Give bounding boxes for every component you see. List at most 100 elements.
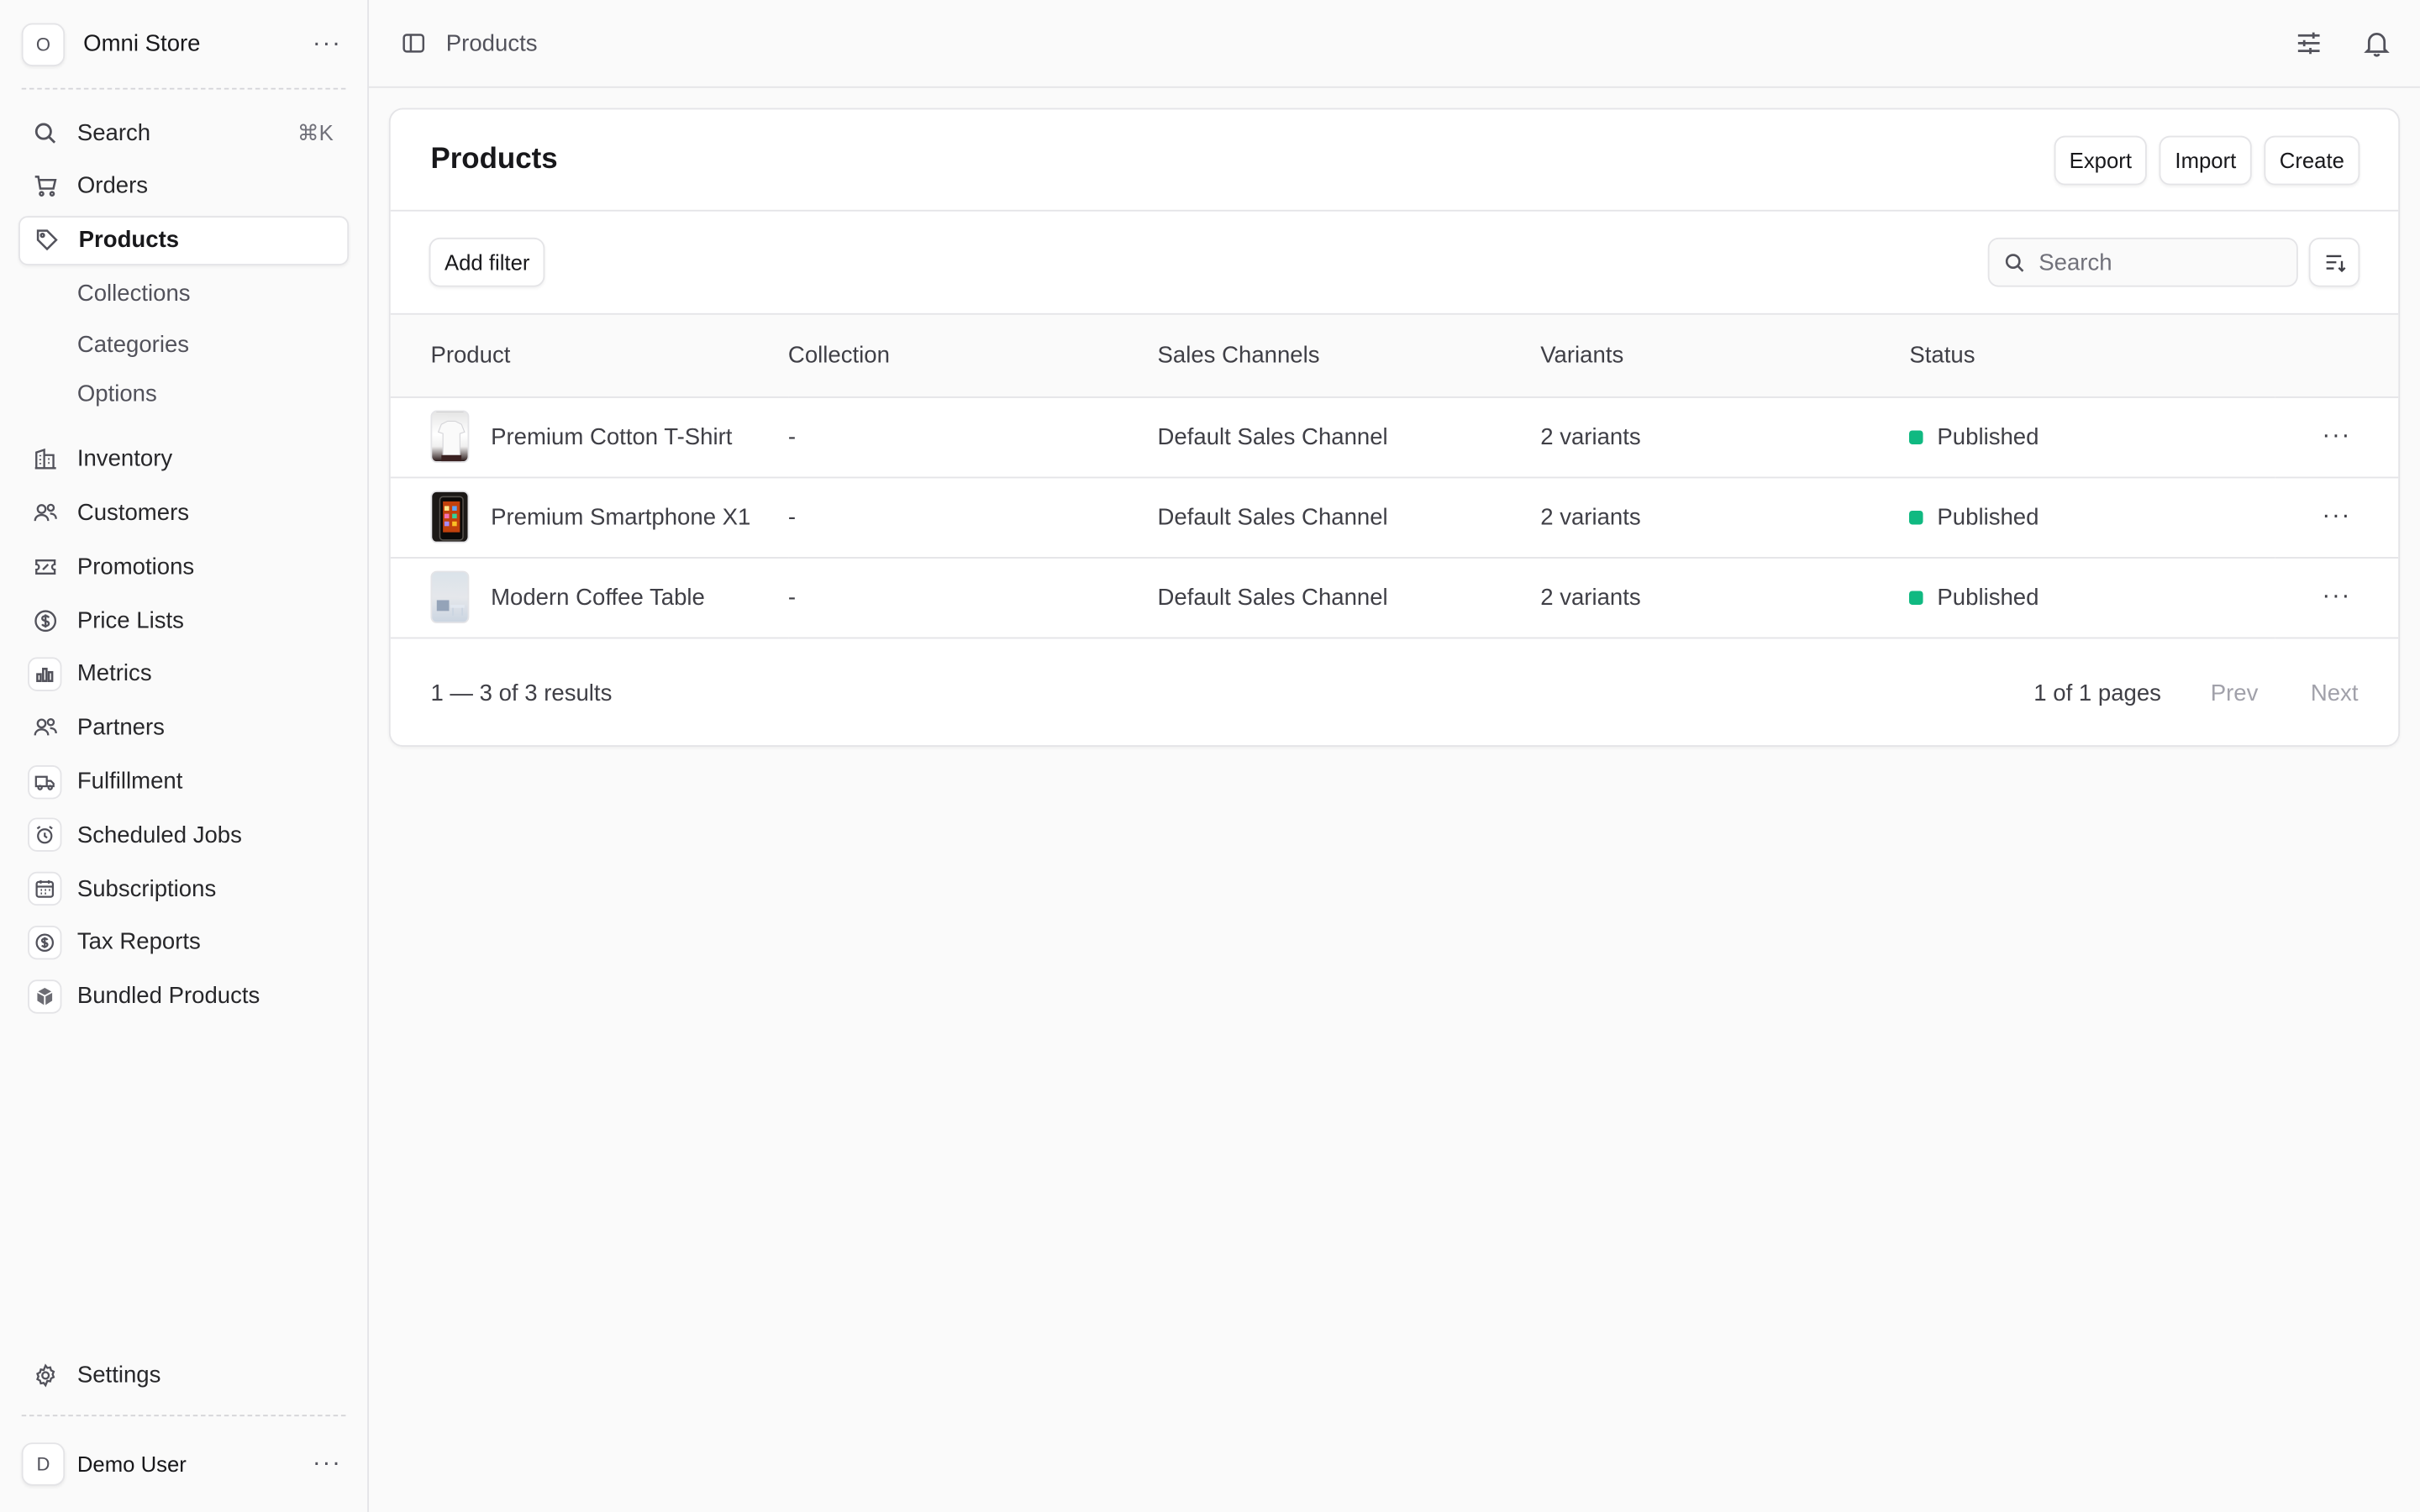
row-actions-button[interactable]: ··· <box>2275 583 2398 611</box>
sidebar-item-label: Tax Reports <box>76 929 201 956</box>
sidebar-item-label: Bundled Products <box>76 983 260 1010</box>
variants-cell: 2 variants <box>1540 423 1641 450</box>
store-menu-button[interactable]: ··· <box>308 29 345 60</box>
collection-cell: - <box>787 423 797 450</box>
next-page-button[interactable]: Next <box>2311 680 2359 706</box>
column-header-sales-channels[interactable]: Sales Channels <box>1158 315 1541 396</box>
sidebar-subitem-categories[interactable]: Categories <box>18 320 349 370</box>
sidebar-item-label: Metrics <box>76 660 152 688</box>
sidebar-item-label: Search <box>76 119 151 146</box>
table-row[interactable]: Premium Cotton T-Shirt - Default Sales C… <box>390 396 2399 477</box>
product-name: Premium Smartphone X1 <box>491 503 751 530</box>
search-icon <box>31 118 59 146</box>
import-button[interactable]: Import <box>2160 135 2252 186</box>
sidebar-item-label: Orders <box>76 173 149 200</box>
status-badge: Published <box>1937 584 2039 611</box>
card-header: Products Export Import Create <box>390 109 2399 212</box>
product-thumbnail <box>430 491 470 543</box>
bell-icon[interactable] <box>2361 28 2392 59</box>
export-button[interactable]: Export <box>2054 135 2148 186</box>
sidebar-item-label: Subscriptions <box>76 875 217 902</box>
sidebar-item-label: Scheduled Jobs <box>76 822 242 848</box>
cube-icon <box>28 979 62 1014</box>
store-header[interactable]: O Omni Store ··· <box>0 0 367 88</box>
sidebar-item-products[interactable]: Products <box>18 215 350 265</box>
column-header-product[interactable]: Product <box>391 315 788 396</box>
page-count: 1 of 1 pages <box>2033 680 2161 706</box>
sidebar-item-label: Fulfillment <box>76 768 183 795</box>
user-name: Demo User <box>76 1452 187 1477</box>
sidebar-item-metrics[interactable]: Metrics <box>18 649 349 699</box>
sidebar-footer: Settings D Demo User ··· <box>0 1350 367 1512</box>
search-input[interactable] <box>2039 249 2286 276</box>
sidebar-item-scheduled-jobs[interactable]: Scheduled Jobs <box>18 811 349 860</box>
page-title: Products <box>430 142 558 176</box>
status-badge: Published <box>1937 423 2039 450</box>
sidebar-item-bundled-products[interactable]: Bundled Products <box>18 972 349 1021</box>
building-icon <box>31 445 59 473</box>
product-name: Premium Cotton T-Shirt <box>491 423 733 450</box>
sort-icon <box>2322 250 2346 275</box>
row-actions-button[interactable]: ··· <box>2275 503 2398 531</box>
pagination-bar: 1 — 3 of 3 results 1 of 1 pages Prev Nex… <box>391 638 2399 745</box>
column-header-collection[interactable]: Collection <box>788 315 1158 396</box>
product-thumbnail <box>430 410 470 464</box>
sidebar-toggle-icon[interactable] <box>400 29 428 57</box>
prev-page-button[interactable]: Prev <box>2211 680 2259 706</box>
create-button[interactable]: Create <box>2264 135 2360 186</box>
breadcrumb[interactable]: Products <box>446 30 538 56</box>
status-badge: Published <box>1937 503 2039 530</box>
store-avatar: O <box>21 22 66 66</box>
add-filter-button[interactable]: Add filter <box>429 237 545 287</box>
users-icon <box>31 714 59 742</box>
sidebar-subitem-collections[interactable]: Collections <box>18 269 349 318</box>
calendar-icon <box>28 872 62 906</box>
sales-channel-cell: Default Sales Channel <box>1157 423 1388 450</box>
search-field[interactable] <box>1987 237 2298 287</box>
sidebar-item-price-lists[interactable]: Price Lists <box>18 596 349 645</box>
table-header-row: Product Collection Sales Channels Varian… <box>390 314 2399 397</box>
sidebar-item-partners[interactable]: Partners <box>18 703 349 753</box>
currency-icon <box>28 925 62 960</box>
sidebar: O Omni Store ··· Search ⌘K Orders Produc… <box>0 0 369 1512</box>
column-header-variants[interactable]: Variants <box>1540 315 1909 396</box>
sidebar-item-label: Price Lists <box>76 607 184 634</box>
sidebar-item-subscriptions[interactable]: Subscriptions <box>18 864 349 914</box>
sidebar-item-label: Partners <box>76 714 165 742</box>
user-menu[interactable]: D Demo User ··· <box>0 1416 367 1512</box>
sidebar-item-label: Settings <box>76 1361 161 1389</box>
status-indicator <box>1909 429 1923 444</box>
sidebar-item-customers[interactable]: Customers <box>18 488 349 538</box>
product-name: Modern Coffee Table <box>491 584 705 611</box>
sidebar-item-settings[interactable]: Settings <box>18 1350 349 1399</box>
variants-cell: 2 variants <box>1540 503 1641 530</box>
bar-chart-icon <box>28 657 62 691</box>
sidebar-item-inventory[interactable]: Inventory <box>18 435 349 485</box>
sidebar-item-label: Products <box>78 227 180 254</box>
sidebar-subitem-options[interactable]: Options <box>18 370 349 420</box>
status-indicator <box>1909 510 1923 524</box>
products-table: Product Collection Sales Channels Varian… <box>390 314 2399 638</box>
row-actions-button[interactable]: ··· <box>2275 423 2398 450</box>
sidebar-item-label: Inventory <box>76 446 173 473</box>
table-row[interactable]: Premium Smartphone X1 - Default Sales Ch… <box>390 477 2399 558</box>
table-row[interactable]: Modern Coffee Table - Default Sales Chan… <box>390 557 2399 638</box>
sidebar-item-search[interactable]: Search ⌘K <box>18 108 349 158</box>
column-header-status[interactable]: Status <box>1909 315 2275 396</box>
sidebar-item-promotions[interactable]: Promotions <box>18 542 349 591</box>
sliders-icon[interactable] <box>2293 28 2324 59</box>
truck-icon <box>28 764 62 799</box>
sidebar-item-tax-reports[interactable]: Tax Reports <box>18 918 349 968</box>
sidebar-item-label: Promotions <box>76 554 195 580</box>
sort-button[interactable] <box>2308 237 2360 287</box>
user-menu-button[interactable]: ··· <box>308 1449 345 1480</box>
sales-channel-cell: Default Sales Channel <box>1157 584 1388 611</box>
sidebar-item-fulfillment[interactable]: Fulfillment <box>18 757 349 806</box>
store-name: Omni Store <box>83 30 201 57</box>
collection-cell: - <box>787 503 797 530</box>
main-content: Products Products Export Import Create A… <box>368 0 2420 1512</box>
users-icon <box>31 499 59 527</box>
results-summary: 1 — 3 of 3 results <box>430 680 613 706</box>
sidebar-item-orders[interactable]: Orders <box>18 161 349 211</box>
filter-bar: Add filter <box>390 212 2399 315</box>
